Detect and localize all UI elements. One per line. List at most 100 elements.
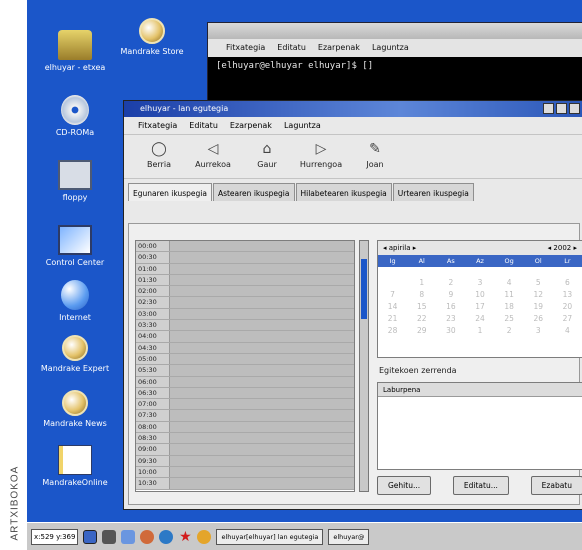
calendar-day[interactable]: 9 (436, 289, 465, 301)
favorite-star-icon[interactable]: ★ (178, 529, 193, 544)
calendar-day[interactable]: 10 (465, 289, 494, 301)
calendar-day[interactable]: 5 (524, 277, 553, 289)
calendar-day[interactable]: 11 (495, 289, 524, 301)
window-titlebar[interactable]: elhuyar - lan egutegia (124, 101, 582, 117)
next-button[interactable]: ▷ Hurrengoa (296, 138, 346, 175)
menu-item[interactable]: Laguntza (372, 43, 409, 53)
menu-item[interactable]: Fitxategia (226, 43, 265, 53)
calendar-day[interactable]: 17 (465, 301, 494, 313)
time-slot-cell[interactable] (170, 410, 354, 421)
time-slot-list[interactable]: 00:00 00:30 01:00 01:30 02:00 02:30 03:00 03:30… (135, 240, 355, 492)
calendar-day[interactable]: 27 (553, 313, 582, 325)
desktop-icon-home[interactable]: elhuyar - etxea (27, 30, 123, 72)
time-slot-cell[interactable] (170, 376, 354, 387)
tab-week-view[interactable]: Astearen ikuspegia (212, 183, 295, 201)
day-scrollbar[interactable] (359, 240, 369, 492)
calendar-day[interactable]: 25 (495, 313, 524, 325)
time-slot-cell[interactable] (170, 399, 354, 410)
menu-file[interactable]: Fitxategia (138, 121, 177, 130)
time-slot-cell[interactable] (170, 342, 354, 353)
menu-item[interactable]: Ezarpenak (318, 43, 360, 53)
new-button[interactable]: ◯ Berria (134, 138, 184, 175)
time-slot-cell[interactable] (170, 421, 354, 433)
calendar-day[interactable]: 30 (436, 325, 465, 337)
todo-column-header[interactable]: Laburpena (378, 383, 582, 397)
goto-button[interactable]: ✎ Joan (350, 138, 400, 175)
calendar-day[interactable]: 3 (465, 277, 494, 289)
task-calendar[interactable]: elhuyar[elhuyar] lan egutegia (216, 528, 324, 545)
calendar-day[interactable]: 4 (553, 325, 582, 337)
minimize-button[interactable] (543, 103, 554, 114)
calendar-day[interactable]: 13 (553, 289, 582, 301)
desktop-icon-control-center[interactable]: Control Center (27, 225, 123, 267)
desktop-switch-icon[interactable] (83, 529, 98, 544)
menu-help[interactable]: Laguntza (284, 121, 321, 130)
terminal-prompt[interactable]: [elhuyar@elhuyar elhuyar]$ [] (208, 57, 582, 75)
help-icon[interactable] (197, 529, 212, 544)
desktop-icon-floppy[interactable]: floppy (27, 160, 123, 202)
browser-icon[interactable] (159, 529, 174, 544)
calendar-day[interactable]: 7 (378, 289, 407, 301)
year-selector[interactable]: ◂ 2002 ▸ (548, 244, 577, 252)
delete-button[interactable]: Ezabatu (530, 476, 582, 495)
time-slot-row[interactable]: 04:30 (136, 342, 354, 354)
calendar-day[interactable]: 23 (436, 313, 465, 325)
desktop-icon-internet[interactable]: Internet (27, 280, 123, 322)
time-slot-row[interactable]: 08:30 (136, 433, 354, 445)
time-slot-row[interactable]: 06:00 (136, 376, 354, 388)
desktop-icon-cdrom[interactable]: CD-ROMa (27, 95, 123, 137)
calendar-day[interactable]: 14 (378, 301, 407, 313)
add-button[interactable]: Gehitu... (377, 476, 432, 495)
edit-button[interactable]: Editatu... (452, 476, 509, 495)
time-slot-cell[interactable] (170, 320, 354, 331)
calendar-day[interactable]: 3 (524, 325, 553, 337)
menu-settings[interactable]: Ezarpenak (230, 121, 272, 130)
terminal-titlebar[interactable] (208, 23, 582, 39)
time-slot-row[interactable]: 09:00 (136, 444, 354, 456)
desktop-icon-mandrake-online[interactable]: MandrakeOnline (27, 445, 123, 487)
time-slot-cell[interactable] (170, 286, 354, 297)
desktop-icon-mandrake-news[interactable]: Mandrake News (27, 390, 123, 428)
desktop-icon-mandrake-expert[interactable]: Mandrake Expert (27, 335, 123, 373)
previous-button[interactable]: ◁ Aurrekoa (188, 138, 238, 175)
terminal-launcher-icon[interactable] (102, 529, 117, 544)
menu-item[interactable]: Editatu (277, 43, 306, 53)
time-slot-row[interactable]: 02:00 (136, 286, 354, 298)
time-slot-cell[interactable] (170, 331, 354, 342)
month-selector[interactable]: ◂ apirila ▸ (383, 244, 416, 252)
calendar-day[interactable]: 1 (407, 277, 436, 289)
time-slot-cell[interactable] (170, 353, 354, 365)
tab-year-view[interactable]: Urtearen ikuspegia (392, 183, 474, 201)
time-slot-cell[interactable] (170, 252, 354, 263)
time-slot-row[interactable]: 04:00 (136, 331, 354, 343)
time-slot-row[interactable]: 10:00 (136, 466, 354, 479)
time-slot-row[interactable]: 05:00 (136, 353, 354, 366)
today-button[interactable]: ⌂ Gaur (242, 138, 292, 175)
time-slot-cell[interactable] (170, 241, 354, 252)
time-slot-row[interactable]: 09:30 (136, 455, 354, 467)
time-slot-row[interactable]: 03:00 (136, 308, 354, 321)
time-slot-cell[interactable] (170, 274, 354, 286)
scrollbar-thumb[interactable] (361, 259, 367, 319)
mini-calendar[interactable]: ◂ apirila ▸ ◂ 2002 ▸ Ig Al As Az Og Ol Lr 1234… (377, 240, 582, 358)
mail-icon[interactable] (140, 529, 155, 544)
time-slot-row[interactable]: 08:00 (136, 421, 354, 434)
calendar-day[interactable]: 4 (495, 277, 524, 289)
calendar-day[interactable]: 2 (436, 277, 465, 289)
maximize-button[interactable] (556, 103, 567, 114)
calendar-day[interactable]: 16 (436, 301, 465, 313)
time-slot-row[interactable]: 10:30 (136, 478, 354, 490)
time-slot-cell[interactable] (170, 433, 354, 444)
time-slot-cell[interactable] (170, 308, 354, 320)
time-slot-cell[interactable] (170, 466, 354, 478)
calendar-day[interactable]: 1 (465, 325, 494, 337)
tab-day-view[interactable]: Egunaren ikuspegia (128, 183, 212, 201)
calendar-day[interactable]: 21 (378, 313, 407, 325)
time-slot-row[interactable]: 01:00 (136, 263, 354, 275)
calendar-day[interactable]: 26 (524, 313, 553, 325)
menu-edit[interactable]: Editatu (189, 121, 218, 130)
time-slot-row[interactable]: 07:30 (136, 410, 354, 422)
todo-list[interactable]: Laburpena (377, 382, 582, 470)
calendar-day[interactable]: 29 (407, 325, 436, 337)
time-slot-cell[interactable] (170, 365, 354, 376)
